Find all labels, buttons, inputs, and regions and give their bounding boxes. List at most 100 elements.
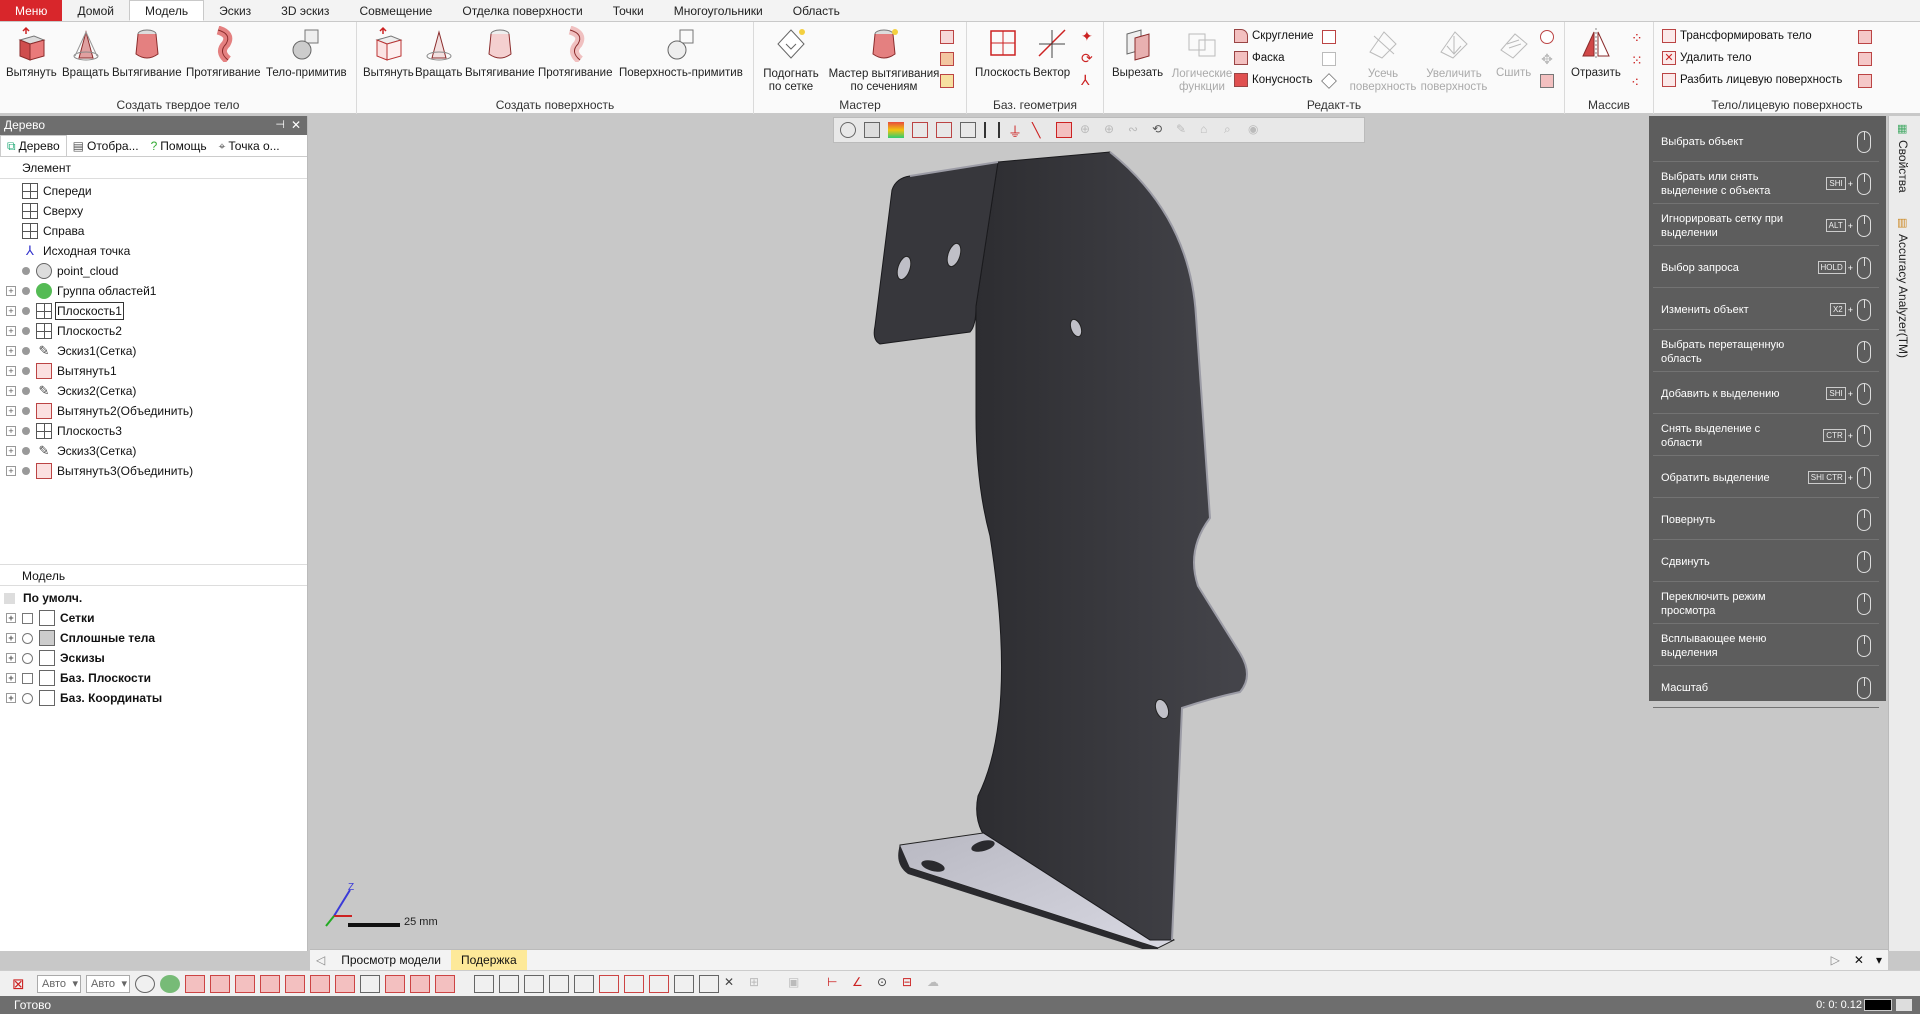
pin-icon[interactable]: ⊣ bbox=[275, 116, 285, 135]
tree-item[interactable]: + Вытянуть3(Объединить) bbox=[0, 461, 307, 481]
tab-3d-sketch[interactable]: 3D эскиз bbox=[266, 0, 344, 21]
tree-item[interactable]: ⅄ Исходная точка bbox=[0, 241, 307, 261]
visibility-eye-icon[interactable] bbox=[22, 692, 33, 704]
expand-icon[interactable]: + bbox=[6, 386, 16, 396]
edit-small-c-icon[interactable] bbox=[1321, 73, 1337, 89]
filter-11-icon[interactable] bbox=[435, 974, 455, 993]
pick-2-icon[interactable]: ⊞ bbox=[749, 975, 769, 993]
expand-icon[interactable]: + bbox=[6, 286, 16, 296]
tree-item[interactable]: + ✎ Эскиз3(Сетка) bbox=[0, 441, 307, 461]
tree-item[interactable]: Справа bbox=[0, 221, 307, 241]
tab-home[interactable]: Домой bbox=[62, 0, 129, 21]
select-7-icon[interactable] bbox=[624, 974, 644, 993]
expand-icon[interactable]: + bbox=[6, 673, 16, 683]
expand-icon[interactable]: + bbox=[6, 346, 16, 356]
wizard-small-2-icon[interactable] bbox=[940, 52, 954, 66]
expand-icon[interactable]: + bbox=[6, 466, 16, 476]
wizard-small-3-icon[interactable] bbox=[940, 74, 954, 88]
filter-7-icon[interactable] bbox=[335, 974, 355, 993]
bracket-part[interactable] bbox=[310, 116, 1660, 949]
measure-radius-icon[interactable]: ⊙ bbox=[877, 975, 897, 993]
select-6-icon[interactable] bbox=[599, 974, 619, 993]
tree-item[interactable]: + ✎ Эскиз1(Сетка) bbox=[0, 341, 307, 361]
visibility-dot[interactable] bbox=[22, 427, 30, 435]
expand-icon[interactable]: + bbox=[6, 426, 16, 436]
status-menu-icon[interactable] bbox=[1896, 999, 1912, 1011]
expand-icon[interactable]: + bbox=[6, 613, 16, 623]
visibility-dot[interactable] bbox=[22, 287, 30, 295]
visibility-dot[interactable] bbox=[22, 407, 30, 415]
select-10-icon[interactable] bbox=[699, 974, 719, 993]
expand-icon[interactable]: + bbox=[6, 633, 16, 643]
tab-points[interactable]: Точки bbox=[598, 0, 659, 21]
visibility-dot[interactable] bbox=[22, 467, 30, 475]
model-root[interactable]: По умолч. bbox=[0, 588, 307, 608]
loft-wizard-button[interactable]: Мастер вытягивания по сечениям bbox=[824, 26, 944, 94]
model-item[interactable]: + Эскизы bbox=[0, 648, 307, 668]
visibility-dot[interactable] bbox=[22, 447, 30, 455]
extend-surface-button[interactable]: Увеличить поверхность bbox=[1416, 26, 1492, 94]
edit-small-e-icon[interactable]: ✥ bbox=[1540, 52, 1554, 66]
wizard-small-1-icon[interactable] bbox=[940, 30, 954, 44]
mesh-display-icon[interactable] bbox=[135, 974, 155, 993]
visibility-eye-icon[interactable] bbox=[22, 652, 33, 664]
tab-polygons[interactable]: Многоугольники bbox=[659, 0, 778, 21]
snap-icon[interactable]: ⊠ bbox=[12, 975, 32, 993]
expand-icon[interactable]: + bbox=[6, 653, 16, 663]
expand-icon[interactable]: + bbox=[6, 406, 16, 416]
body-small-c-icon[interactable] bbox=[1858, 74, 1872, 88]
model-item[interactable]: + Баз. Плоскости bbox=[0, 668, 307, 688]
tree-item[interactable]: Спереди bbox=[0, 181, 307, 201]
surface-revolve-button[interactable]: Вращать bbox=[415, 26, 462, 79]
ref-vector-button[interactable]: Вектор bbox=[1033, 26, 1070, 79]
3d-viewport[interactable]: ⏚ ╲ ⊕ ⊕ ∾ ⟲ ✎ ⌂ ⌕ ◉ Z 25 mm bbox=[310, 116, 1660, 949]
tree-item[interactable]: + Группа областей1 bbox=[0, 281, 307, 301]
fillet-button[interactable]: Скругление bbox=[1234, 26, 1314, 46]
tree-item[interactable]: Сверху bbox=[0, 201, 307, 221]
filter-10-icon[interactable] bbox=[410, 974, 430, 993]
filter-3-icon[interactable] bbox=[235, 974, 255, 993]
model-item[interactable]: + Баз. Координаты bbox=[0, 688, 307, 708]
tree-item[interactable]: + Плоскость3 bbox=[0, 421, 307, 441]
tab-help[interactable]: ? Помощь bbox=[145, 135, 213, 156]
tab-tree[interactable]: ⧉ Дерево bbox=[0, 135, 67, 156]
tab-surface-finish[interactable]: Отделка поверхности bbox=[447, 0, 597, 21]
expand-icon[interactable]: + bbox=[6, 446, 16, 456]
tree-item[interactable]: + Вытянуть1 bbox=[0, 361, 307, 381]
ref-axis-icon[interactable]: ⅄ bbox=[1081, 72, 1090, 89]
doc-menu-icon[interactable]: ▾ bbox=[1870, 953, 1888, 967]
edit-small-b-icon[interactable] bbox=[1322, 52, 1336, 66]
tab-menu[interactable]: Меню bbox=[0, 0, 63, 21]
chamfer-button[interactable]: Фаска bbox=[1234, 48, 1285, 68]
tab-point[interactable]: ⌖ Точка о... bbox=[213, 135, 286, 156]
close-icon[interactable]: ✕ bbox=[291, 116, 301, 135]
solid-primitive-button[interactable]: Тело-примитив bbox=[266, 26, 347, 79]
ref-point-icon[interactable]: ✦ bbox=[1081, 28, 1093, 45]
surface-loft-button[interactable]: Вытягивание bbox=[465, 26, 535, 79]
circular-pattern-icon[interactable]: ⁙ bbox=[1631, 52, 1643, 69]
filter-4-icon[interactable] bbox=[260, 974, 280, 993]
surface-primitive-button[interactable]: Поверхность-примитив bbox=[619, 26, 743, 79]
visibility-checkbox[interactable] bbox=[22, 672, 33, 684]
tree-item[interactable]: + ✎ Эскиз2(Сетка) bbox=[0, 381, 307, 401]
visibility-dot[interactable] bbox=[22, 267, 30, 275]
curve-pattern-icon[interactable]: ⁖ bbox=[1631, 74, 1639, 91]
edit-small-f-icon[interactable] bbox=[1540, 74, 1554, 88]
visibility-checkbox[interactable] bbox=[22, 612, 33, 624]
solid-extrude-button[interactable]: Вытянуть bbox=[6, 26, 57, 79]
filter-2-icon[interactable] bbox=[210, 974, 230, 993]
select-8-icon[interactable] bbox=[649, 974, 669, 993]
visibility-dot[interactable] bbox=[22, 307, 30, 315]
expand-icon[interactable]: + bbox=[6, 306, 16, 316]
measure-angle-icon[interactable]: ∠ bbox=[852, 975, 872, 993]
tab-alignment[interactable]: Совмещение bbox=[344, 0, 447, 21]
sew-button[interactable]: Сшить bbox=[1496, 26, 1531, 79]
cut-button[interactable]: Вырезать bbox=[1112, 26, 1163, 79]
properties-icon[interactable]: ▦ bbox=[1897, 122, 1907, 135]
solid-loft-button[interactable]: Вытягивание bbox=[112, 26, 182, 79]
layer-icon[interactable]: ▣ bbox=[788, 975, 808, 993]
model-item[interactable]: + Сетки bbox=[0, 608, 307, 628]
filter-5-icon[interactable] bbox=[285, 974, 305, 993]
expand-icon[interactable]: + bbox=[6, 693, 16, 703]
doc-tab-support[interactable]: Подержка bbox=[451, 950, 527, 970]
